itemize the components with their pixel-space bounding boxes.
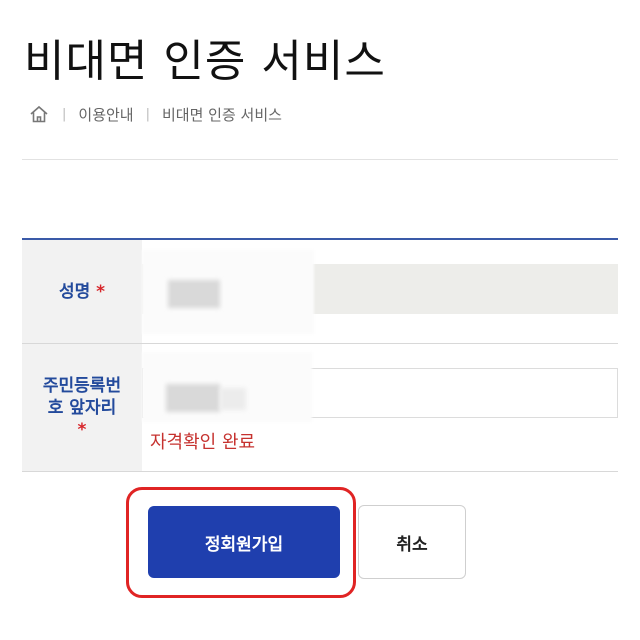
- verification-form: 성명 * 주민등록번 호 앞자리 * 자격확인 완료: [22, 238, 618, 472]
- rrn-cell: 자격확인 완료: [142, 344, 618, 471]
- breadcrumb-separator: |: [145, 106, 150, 122]
- page-title: 비대면 인증 서비스: [24, 36, 386, 87]
- verification-status: 자격확인 완료: [150, 432, 256, 453]
- form-row-name: 성명 *: [22, 240, 618, 344]
- breadcrumb-separator: |: [62, 106, 67, 122]
- rrn-label-line2: 호 앞자리: [47, 397, 117, 418]
- required-mark: *: [96, 281, 106, 302]
- name-cell: [142, 240, 618, 343]
- name-label-text: 성명: [58, 281, 91, 302]
- breadcrumb: | 이용안내 | 비대면 인증 서비스: [28, 102, 282, 126]
- name-label: 성명 *: [22, 240, 142, 343]
- home-icon[interactable]: [28, 103, 50, 125]
- redacted-mask: [166, 384, 220, 412]
- form-row-rrn: 주민등록번 호 앞자리 * 자격확인 완료: [22, 344, 618, 472]
- redacted-mask: [168, 280, 220, 308]
- breadcrumb-item-current[interactable]: 비대면 인증 서비스: [162, 104, 282, 125]
- required-mark: *: [77, 419, 87, 440]
- rrn-label: 주민등록번 호 앞자리 *: [22, 344, 142, 471]
- signup-button[interactable]: 정회원가입: [148, 506, 340, 578]
- rrn-label-line1: 주민등록번: [42, 375, 122, 396]
- redacted-mask: [220, 388, 246, 410]
- header-divider: [22, 159, 618, 160]
- breadcrumb-item-guide[interactable]: 이용안내: [78, 104, 133, 125]
- cancel-button[interactable]: 취소: [358, 505, 466, 579]
